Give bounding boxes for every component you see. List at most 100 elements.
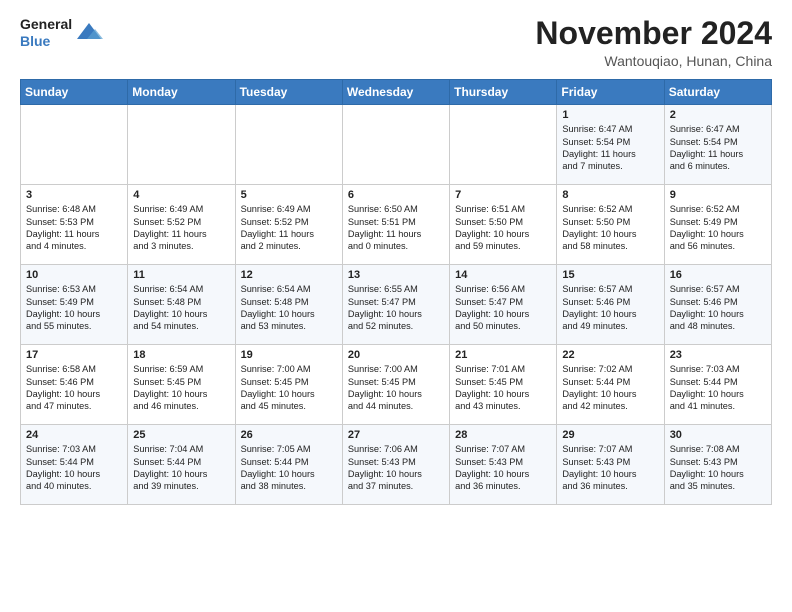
- col-saturday: Saturday: [664, 80, 771, 105]
- page: General Blue November 2024 Wantouqiao, H…: [0, 0, 792, 515]
- day-cell: 28 Sunrise: 7:07 AM Sunset: 5:43 PM Dayli…: [450, 425, 557, 505]
- logo-text: General Blue: [20, 16, 72, 50]
- day-cell: [21, 105, 128, 185]
- week-row-3: 17Sunrise: 6:58 AM Sunset: 5:46 PM Dayli…: [21, 345, 772, 425]
- day-info: Sunrise: 6:59 AM Sunset: 5:45 PM Dayligh…: [133, 363, 229, 413]
- col-sunday: Sunday: [21, 80, 128, 105]
- week-row-1: 3 Sunrise: 6:48 AM Sunset: 5:53 PM Daylig…: [21, 185, 772, 265]
- day-cell: 21 Sunrise: 7:01 AM Sunset: 5:45 PM Dayli…: [450, 345, 557, 425]
- calendar-header: Sunday Monday Tuesday Wednesday Thursday…: [21, 80, 772, 105]
- calendar-table: Sunday Monday Tuesday Wednesday Thursday…: [20, 79, 772, 505]
- day-info: Sunrise: 7:06 AM Sunset: 5:43 PM Dayligh…: [348, 443, 444, 493]
- day-number: 12: [241, 269, 337, 281]
- day-number: 2: [670, 109, 766, 121]
- day-info: Sunrise: 7:05 AM Sunset: 5:44 PM Dayligh…: [241, 443, 337, 493]
- day-cell: 20 Sunrise: 7:00 AM Sunset: 5:45 PM Dayli…: [342, 345, 449, 425]
- day-cell: 8Sunrise: 6:52 AM Sunset: 5:50 PM Daylig…: [557, 185, 664, 265]
- day-number: 25: [133, 429, 229, 441]
- day-cell: 29 Sunrise: 7:07 AM Sunset: 5:43 PM Dayli…: [557, 425, 664, 505]
- day-info: Sunrise: 7:04 AM Sunset: 5:44 PM Dayligh…: [133, 443, 229, 493]
- day-cell: 18 Sunrise: 6:59 AM Sunset: 5:45 PM Dayli…: [128, 345, 235, 425]
- col-thursday: Thursday: [450, 80, 557, 105]
- day-number: 16: [670, 269, 766, 281]
- logo: General Blue: [20, 16, 103, 50]
- day-number: 19: [241, 349, 337, 361]
- day-info: Sunrise: 6:48 AM Sunset: 5:53 PM Dayligh…: [26, 203, 122, 253]
- col-tuesday: Tuesday: [235, 80, 342, 105]
- day-info: Sunrise: 6:57 AM Sunset: 5:46 PM Dayligh…: [670, 283, 766, 333]
- day-number: 27: [348, 429, 444, 441]
- day-number: 20: [348, 349, 444, 361]
- day-number: 10: [26, 269, 122, 281]
- day-cell: 27 Sunrise: 7:06 AM Sunset: 5:43 PM Dayli…: [342, 425, 449, 505]
- day-info: Sunrise: 7:07 AM Sunset: 5:43 PM Dayligh…: [562, 443, 658, 493]
- day-info: Sunrise: 6:57 AM Sunset: 5:46 PM Dayligh…: [562, 283, 658, 333]
- day-cell: 10 Sunrise: 6:53 AM Sunset: 5:49 PM Dayli…: [21, 265, 128, 345]
- day-number: 5: [241, 189, 337, 201]
- day-cell: 7Sunrise: 6:51 AM Sunset: 5:50 PM Daylig…: [450, 185, 557, 265]
- day-number: 11: [133, 269, 229, 281]
- day-number: 29: [562, 429, 658, 441]
- day-cell: [450, 105, 557, 185]
- day-number: 7: [455, 189, 551, 201]
- day-number: 3: [26, 189, 122, 201]
- header: General Blue November 2024 Wantouqiao, H…: [20, 16, 772, 69]
- day-cell: 26Sunrise: 7:05 AM Sunset: 5:44 PM Dayli…: [235, 425, 342, 505]
- day-info: Sunrise: 7:02 AM Sunset: 5:44 PM Dayligh…: [562, 363, 658, 413]
- location: Wantouqiao, Hunan, China: [535, 53, 772, 69]
- day-info: Sunrise: 7:00 AM Sunset: 5:45 PM Dayligh…: [348, 363, 444, 413]
- day-number: 8: [562, 189, 658, 201]
- day-info: Sunrise: 7:08 AM Sunset: 5:43 PM Dayligh…: [670, 443, 766, 493]
- day-cell: 23 Sunrise: 7:03 AM Sunset: 5:44 PM Dayli…: [664, 345, 771, 425]
- day-info: Sunrise: 7:03 AM Sunset: 5:44 PM Dayligh…: [670, 363, 766, 413]
- logo-line1: General: [20, 16, 72, 33]
- day-number: 24: [26, 429, 122, 441]
- day-info: Sunrise: 6:50 AM Sunset: 5:51 PM Dayligh…: [348, 203, 444, 253]
- day-info: Sunrise: 6:49 AM Sunset: 5:52 PM Dayligh…: [133, 203, 229, 253]
- logo-icon: [75, 19, 103, 47]
- day-cell: [128, 105, 235, 185]
- day-cell: 13 Sunrise: 6:55 AM Sunset: 5:47 PM Dayli…: [342, 265, 449, 345]
- day-number: 28: [455, 429, 551, 441]
- calendar-body: 1Sunrise: 6:47 AM Sunset: 5:54 PM Daylig…: [21, 105, 772, 505]
- day-number: 18: [133, 349, 229, 361]
- week-row-4: 24Sunrise: 7:03 AM Sunset: 5:44 PM Dayli…: [21, 425, 772, 505]
- month-title: November 2024: [535, 16, 772, 51]
- day-info: Sunrise: 6:55 AM Sunset: 5:47 PM Dayligh…: [348, 283, 444, 333]
- day-info: Sunrise: 7:01 AM Sunset: 5:45 PM Dayligh…: [455, 363, 551, 413]
- day-cell: 16 Sunrise: 6:57 AM Sunset: 5:46 PM Dayli…: [664, 265, 771, 345]
- day-info: Sunrise: 6:53 AM Sunset: 5:49 PM Dayligh…: [26, 283, 122, 333]
- day-number: 13: [348, 269, 444, 281]
- day-number: 17: [26, 349, 122, 361]
- day-info: Sunrise: 6:52 AM Sunset: 5:49 PM Dayligh…: [670, 203, 766, 253]
- day-cell: 3 Sunrise: 6:48 AM Sunset: 5:53 PM Daylig…: [21, 185, 128, 265]
- day-number: 23: [670, 349, 766, 361]
- day-cell: 2Sunrise: 6:47 AM Sunset: 5:54 PM Daylig…: [664, 105, 771, 185]
- day-info: Sunrise: 7:07 AM Sunset: 5:43 PM Dayligh…: [455, 443, 551, 493]
- day-cell: 22Sunrise: 7:02 AM Sunset: 5:44 PM Dayli…: [557, 345, 664, 425]
- day-cell: 30 Sunrise: 7:08 AM Sunset: 5:43 PM Dayli…: [664, 425, 771, 505]
- day-info: Sunrise: 6:49 AM Sunset: 5:52 PM Dayligh…: [241, 203, 337, 253]
- day-number: 21: [455, 349, 551, 361]
- day-number: 14: [455, 269, 551, 281]
- day-number: 6: [348, 189, 444, 201]
- day-cell: 1Sunrise: 6:47 AM Sunset: 5:54 PM Daylig…: [557, 105, 664, 185]
- day-cell: [342, 105, 449, 185]
- col-friday: Friday: [557, 80, 664, 105]
- header-row: Sunday Monday Tuesday Wednesday Thursday…: [21, 80, 772, 105]
- day-cell: 19Sunrise: 7:00 AM Sunset: 5:45 PM Dayli…: [235, 345, 342, 425]
- day-number: 15: [562, 269, 658, 281]
- col-wednesday: Wednesday: [342, 80, 449, 105]
- week-row-2: 10 Sunrise: 6:53 AM Sunset: 5:49 PM Dayli…: [21, 265, 772, 345]
- day-cell: 24Sunrise: 7:03 AM Sunset: 5:44 PM Dayli…: [21, 425, 128, 505]
- day-cell: 12 Sunrise: 6:54 AM Sunset: 5:48 PM Dayli…: [235, 265, 342, 345]
- logo-line2: Blue: [20, 33, 72, 50]
- day-number: 9: [670, 189, 766, 201]
- day-info: Sunrise: 6:56 AM Sunset: 5:47 PM Dayligh…: [455, 283, 551, 333]
- day-number: 1: [562, 109, 658, 121]
- day-cell: 14 Sunrise: 6:56 AM Sunset: 5:47 PM Dayli…: [450, 265, 557, 345]
- day-cell: 15 Sunrise: 6:57 AM Sunset: 5:46 PM Dayli…: [557, 265, 664, 345]
- day-number: 30: [670, 429, 766, 441]
- title-block: November 2024 Wantouqiao, Hunan, China: [535, 16, 772, 69]
- day-info: Sunrise: 6:54 AM Sunset: 5:48 PM Dayligh…: [241, 283, 337, 333]
